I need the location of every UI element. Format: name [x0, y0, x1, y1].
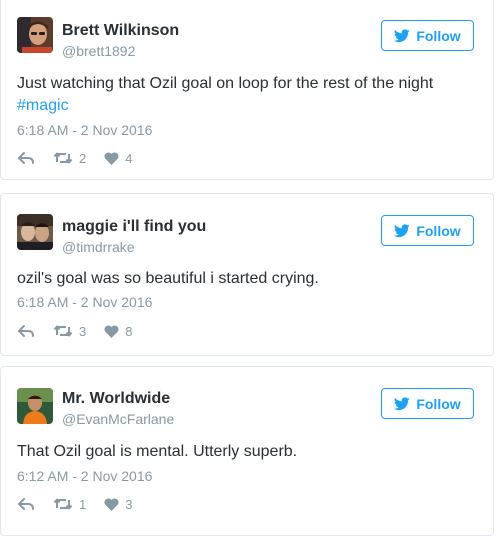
retweet-icon [53, 152, 73, 164]
like-button[interactable]: 8 [104, 324, 132, 339]
timestamp[interactable]: 6:18 AM - 2 Nov 2016 [17, 122, 152, 138]
retweet-button[interactable]: 2 [53, 151, 86, 166]
retweet-count: 2 [79, 150, 87, 166]
retweet-count: 1 [79, 496, 87, 512]
tweet-card: Brett Wilkinson @brett1892 Follow Just w… [0, 0, 494, 180]
tweet-card: maggie i'll find you @timdrrake Follow o… [0, 193, 494, 356]
retweet-button[interactable]: 3 [53, 324, 86, 339]
tweet-actions: 3 8 [17, 322, 150, 340]
follow-label: Follow [416, 395, 461, 412]
retweet-button[interactable]: 1 [53, 497, 86, 512]
like-count: 4 [125, 150, 133, 166]
avatar[interactable] [17, 17, 53, 53]
user-handle[interactable]: @brett1892 [62, 43, 135, 59]
follow-button[interactable]: Follow [381, 215, 474, 246]
twitter-bird-icon [394, 396, 411, 410]
timestamp[interactable]: 6:18 AM - 2 Nov 2016 [17, 294, 152, 310]
reply-button[interactable] [17, 151, 35, 165]
retweet-icon [53, 498, 73, 510]
twitter-bird-icon [394, 28, 411, 42]
display-name[interactable]: Brett Wilkinson [62, 22, 179, 40]
reply-icon [18, 498, 34, 510]
tweet-actions: 2 4 [17, 149, 150, 167]
heart-icon [104, 324, 119, 338]
display-name[interactable]: maggie i'll find you [62, 218, 206, 236]
tweet-body: Just watching that Ozil goal on loop for… [17, 75, 434, 92]
avatar[interactable] [17, 214, 53, 250]
tweet-text: ozil's goal was so beautiful i started c… [17, 270, 319, 287]
user-handle[interactable]: @timdrrake [62, 239, 135, 255]
timestamp[interactable]: 6:12 AM - 2 Nov 2016 [17, 468, 152, 484]
like-button[interactable]: 4 [104, 151, 132, 166]
heart-icon [104, 497, 119, 511]
reply-icon [18, 152, 34, 164]
follow-label: Follow [416, 222, 461, 239]
hashtag-link[interactable]: #magic [17, 97, 69, 114]
follow-button[interactable]: Follow [381, 20, 474, 51]
tweet-card: Mr. Worldwide @EvanMcFarlane Follow That… [0, 366, 494, 536]
retweet-icon [53, 325, 73, 337]
tweet-actions: 1 3 [17, 495, 150, 513]
heart-icon [104, 151, 119, 165]
like-count: 8 [125, 323, 133, 339]
follow-button[interactable]: Follow [381, 388, 474, 419]
like-count: 3 [125, 496, 133, 512]
reply-button[interactable] [17, 324, 35, 338]
twitter-bird-icon [394, 223, 411, 237]
tweet-text: Just watching that Ozil goal on loop for… [17, 73, 477, 117]
display-name[interactable]: Mr. Worldwide [62, 390, 170, 408]
reply-icon [18, 325, 34, 337]
follow-label: Follow [416, 27, 461, 44]
retweet-count: 3 [79, 323, 87, 339]
tweet-text: That Ozil goal is mental. Utterly superb… [17, 443, 298, 460]
user-handle[interactable]: @EvanMcFarlane [62, 411, 174, 427]
avatar[interactable] [17, 388, 53, 424]
reply-button[interactable] [17, 497, 35, 511]
like-button[interactable]: 3 [104, 497, 132, 512]
